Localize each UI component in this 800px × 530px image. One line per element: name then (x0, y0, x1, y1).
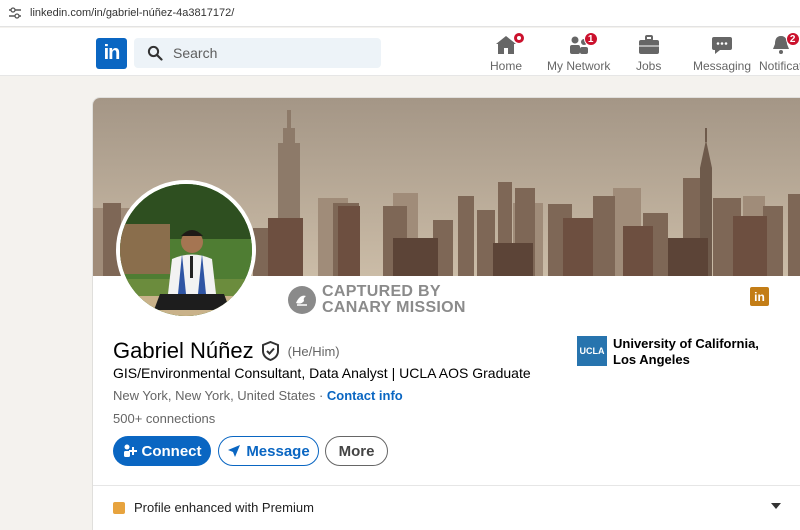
more-button[interactable]: More (325, 436, 388, 466)
connect-label: Connect (141, 442, 202, 460)
connect-button[interactable]: Connect (113, 436, 211, 466)
people-icon: 1 (567, 32, 598, 56)
pronouns: (He/Him) (287, 343, 340, 359)
profile-headline: GIS/Environmental Consultant, Data Analy… (113, 365, 531, 381)
send-icon (227, 444, 241, 458)
search-box[interactable]: Search (134, 38, 381, 68)
nav-label: Notificat (759, 59, 800, 73)
search-input[interactable]: Search (173, 45, 217, 61)
notification-dot (513, 32, 525, 44)
profile-card: CAPTURED BY CANARY MISSION in Gabriel Nú… (92, 97, 800, 530)
divider (93, 485, 800, 486)
url-text[interactable]: linkedin.com/in/gabriel-núñez-4a3817172/ (30, 7, 234, 19)
message-label: Message (246, 442, 310, 460)
nav-home[interactable]: Home (490, 32, 525, 74)
message-button[interactable]: Message (218, 436, 319, 466)
browser-address-bar[interactable]: linkedin.com/in/gabriel-núñez-4a3817172/ (0, 0, 800, 27)
location-row: New York, New York, United States · Cont… (113, 388, 403, 403)
premium-icon (113, 501, 125, 514)
notification-badge: 2 (785, 32, 800, 46)
nav-messaging[interactable]: Messaging (693, 34, 751, 74)
canary-mission-watermark: CAPTURED BY CANARY MISSION (288, 284, 466, 316)
more-label: More (338, 442, 375, 460)
contact-info-link[interactable]: Contact info (327, 388, 403, 403)
premium-banner[interactable]: Profile enhanced with Premium (113, 500, 314, 515)
site-settings-icon[interactable] (8, 7, 22, 19)
briefcase-icon (637, 34, 661, 56)
watermark-line-2: CANARY MISSION (322, 299, 466, 316)
nav-notifications[interactable]: 2 Notificat (759, 32, 800, 74)
chevron-down-icon[interactable] (770, 502, 782, 510)
location-text: New York, New York, United States · (113, 388, 324, 403)
add-person-icon (123, 444, 137, 458)
linkedin-logo[interactable]: in (96, 38, 127, 69)
linkedin-premium-icon: in (750, 287, 769, 306)
notification-badge: 1 (583, 32, 598, 46)
chat-bubble-icon (710, 34, 734, 56)
verified-shield-icon[interactable] (261, 341, 280, 361)
connections-count[interactable]: 500+ connections (113, 411, 215, 426)
global-nav: in Search Home 1 My Network Jobs Messagi… (0, 28, 800, 76)
premium-text: Profile enhanced with Premium (134, 500, 314, 515)
nav-my-network[interactable]: 1 My Network (547, 32, 611, 74)
nav-label: My Network (547, 59, 611, 73)
nav-jobs[interactable]: Jobs (636, 34, 661, 74)
education-name: University of California, Los Angeles (613, 336, 759, 367)
bell-icon: 2 (769, 32, 800, 56)
nav-label: Home (490, 59, 523, 73)
profile-photo[interactable] (116, 180, 256, 320)
profile-name: Gabriel Núñez (113, 338, 254, 363)
search-icon (147, 45, 163, 61)
ucla-logo: UCLA (577, 336, 607, 366)
home-icon (494, 32, 525, 56)
canary-logo-icon (288, 286, 316, 314)
nav-label: Messaging (693, 59, 752, 73)
nav-label: Jobs (636, 59, 662, 73)
watermark-line-1: CAPTURED BY (322, 283, 441, 300)
education-summary[interactable]: UCLA University of California, Los Angel… (577, 336, 783, 368)
